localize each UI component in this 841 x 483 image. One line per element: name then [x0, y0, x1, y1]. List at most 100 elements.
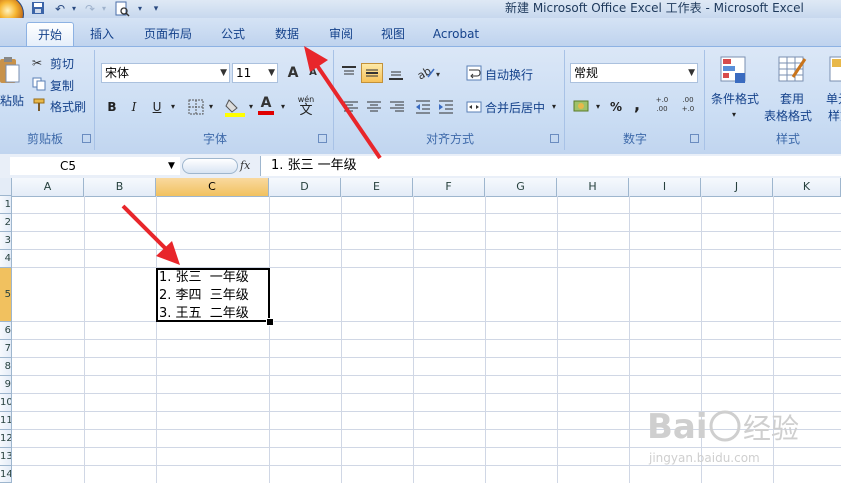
bold-button[interactable]: B: [103, 97, 121, 117]
font-size-value: 11: [236, 66, 252, 80]
copy-icon: [32, 77, 46, 91]
format-as-table-line1[interactable]: 套用: [780, 90, 804, 107]
decrease-decimal-button[interactable]: .00 +.0: [677, 96, 699, 118]
column-header-g[interactable]: G: [485, 178, 557, 196]
format-as-table-icon[interactable]: [777, 55, 807, 85]
chevron-down-icon[interactable]: ▾: [593, 97, 603, 117]
italic-button[interactable]: I: [125, 97, 143, 117]
number-format-combo[interactable]: 常规 ▼: [570, 63, 698, 83]
wrap-text-button[interactable]: 自动换行: [485, 66, 533, 83]
row-header-4[interactable]: 4: [0, 250, 12, 268]
row-header-7[interactable]: 7: [0, 340, 12, 358]
chevron-down-icon[interactable]: ▾: [206, 97, 216, 117]
tab-page-layout[interactable]: 页面布局: [136, 22, 200, 46]
percent-button[interactable]: %: [607, 97, 625, 117]
select-all-button[interactable]: [0, 178, 12, 196]
redo-dropdown-icon[interactable]: ▾: [96, 1, 112, 17]
name-box[interactable]: C5: [10, 157, 180, 175]
tab-insert[interactable]: 插入: [82, 22, 122, 46]
customize-quick-access-icon[interactable]: ▾: [148, 1, 164, 17]
chevron-down-icon[interactable]: ▾: [549, 97, 559, 117]
cell-c5-line-3: 3. 王五 二年级: [159, 306, 249, 321]
format-as-table-line2[interactable]: 表格格式: [764, 107, 812, 124]
underline-button[interactable]: U: [148, 97, 166, 117]
row-header-8[interactable]: 8: [0, 358, 12, 376]
format-painter-button[interactable]: 格式刷: [50, 98, 86, 115]
column-header-i[interactable]: I: [629, 178, 701, 196]
fill-color-icon[interactable]: [224, 97, 246, 117]
tab-acrobat[interactable]: Acrobat: [426, 22, 486, 46]
column-header-j[interactable]: J: [701, 178, 773, 196]
formula-bar-splitter[interactable]: [182, 158, 238, 174]
column-header-e[interactable]: E: [341, 178, 413, 196]
row-header-14[interactable]: 14: [0, 466, 12, 483]
cell-styles-icon[interactable]: [828, 55, 841, 85]
column-header-h[interactable]: H: [557, 178, 629, 196]
row-header-9[interactable]: 9: [0, 376, 12, 394]
number-launcher-icon[interactable]: [690, 134, 699, 143]
baidu-jingyan-watermark: Bai 经验 jingyan.baidu.com: [647, 407, 799, 465]
align-right-icon[interactable]: [387, 97, 407, 117]
row-header-13[interactable]: 13: [0, 448, 12, 466]
chevron-down-icon[interactable]: ▾: [278, 97, 288, 117]
insert-function-icon[interactable]: fx: [240, 157, 256, 175]
row-header-5[interactable]: 5: [0, 268, 12, 322]
row-header-11[interactable]: 11: [0, 412, 12, 430]
decrease-indent-icon[interactable]: [413, 97, 433, 117]
styles-group-label: 样式: [775, 132, 800, 146]
font-color-button[interactable]: A: [258, 95, 274, 115]
font-size-combo[interactable]: 11 ▼: [232, 63, 278, 83]
clipboard-launcher-icon[interactable]: [82, 134, 91, 143]
column-header-b[interactable]: B: [84, 178, 156, 196]
paste-button[interactable]: 粘贴: [0, 92, 24, 109]
row-header-12[interactable]: 12: [0, 430, 12, 448]
row-header-6[interactable]: 6: [0, 322, 12, 340]
cut-button[interactable]: 剪切: [50, 55, 74, 72]
row-header-1[interactable]: 1: [0, 196, 12, 214]
alignment-launcher-icon[interactable]: [550, 134, 559, 143]
column-header-d[interactable]: D: [269, 178, 341, 196]
column-header-c[interactable]: C: [156, 178, 269, 196]
undo-dropdown-icon[interactable]: ▾: [66, 1, 82, 17]
currency-icon[interactable]: [572, 97, 592, 117]
copy-button[interactable]: 复制: [50, 77, 74, 94]
tab-home[interactable]: 开始: [26, 22, 74, 47]
name-box-dropdown-icon[interactable]: ▼: [168, 157, 178, 175]
column-header-a[interactable]: A: [12, 178, 84, 196]
row-header-3[interactable]: 3: [0, 232, 12, 250]
tab-formulas[interactable]: 公式: [210, 22, 256, 46]
window-title: 新建 Microsoft Office Excel 工作表 - Microsof…: [505, 1, 804, 15]
chevron-down-icon[interactable]: ▾: [729, 105, 739, 125]
increase-decimal-button[interactable]: +.0 .00: [651, 96, 673, 118]
column-header-f[interactable]: F: [413, 178, 485, 196]
svg-text:jingyan.baidu.com: jingyan.baidu.com: [648, 451, 760, 465]
save-icon[interactable]: [30, 1, 46, 17]
chevron-down-icon[interactable]: ▾: [246, 97, 256, 117]
decrease-decimal-label: .00 +.0: [681, 96, 695, 113]
group-separator: [94, 50, 95, 150]
borders-icon[interactable]: [188, 99, 204, 115]
orientation-icon[interactable]: ab ▾: [414, 63, 442, 83]
print-preview-icon[interactable]: [114, 1, 130, 17]
annotation-arrow-cell: [121, 204, 180, 265]
increase-indent-icon[interactable]: [436, 97, 456, 117]
increase-decimal-label: +.0 .00: [655, 96, 669, 113]
group-separator: [704, 50, 705, 150]
merge-center-button[interactable]: 合并后居中: [485, 99, 545, 116]
conditional-formatting-icon[interactable]: [719, 55, 749, 85]
column-header-k[interactable]: K: [773, 178, 841, 196]
align-bottom-icon[interactable]: [386, 63, 406, 83]
ribbon-tab-bar: [0, 18, 841, 46]
print-preview-dropdown-icon[interactable]: ▾: [132, 1, 148, 17]
fill-handle[interactable]: [266, 318, 274, 326]
annotation-arrow-tab: [304, 46, 382, 160]
paste-icon[interactable]: [0, 56, 20, 86]
chevron-down-icon[interactable]: ▾: [168, 97, 178, 117]
row-header-2[interactable]: 2: [0, 214, 12, 232]
cell-styles-line2[interactable]: 样式: [828, 107, 841, 124]
font-name-combo[interactable]: 宋体 ▼: [101, 63, 230, 83]
comma-button[interactable]: ,: [630, 95, 644, 115]
cell-styles-line1[interactable]: 单元: [826, 90, 841, 107]
row-header-10[interactable]: 10: [0, 394, 12, 412]
format-painter-icon: [32, 98, 46, 112]
